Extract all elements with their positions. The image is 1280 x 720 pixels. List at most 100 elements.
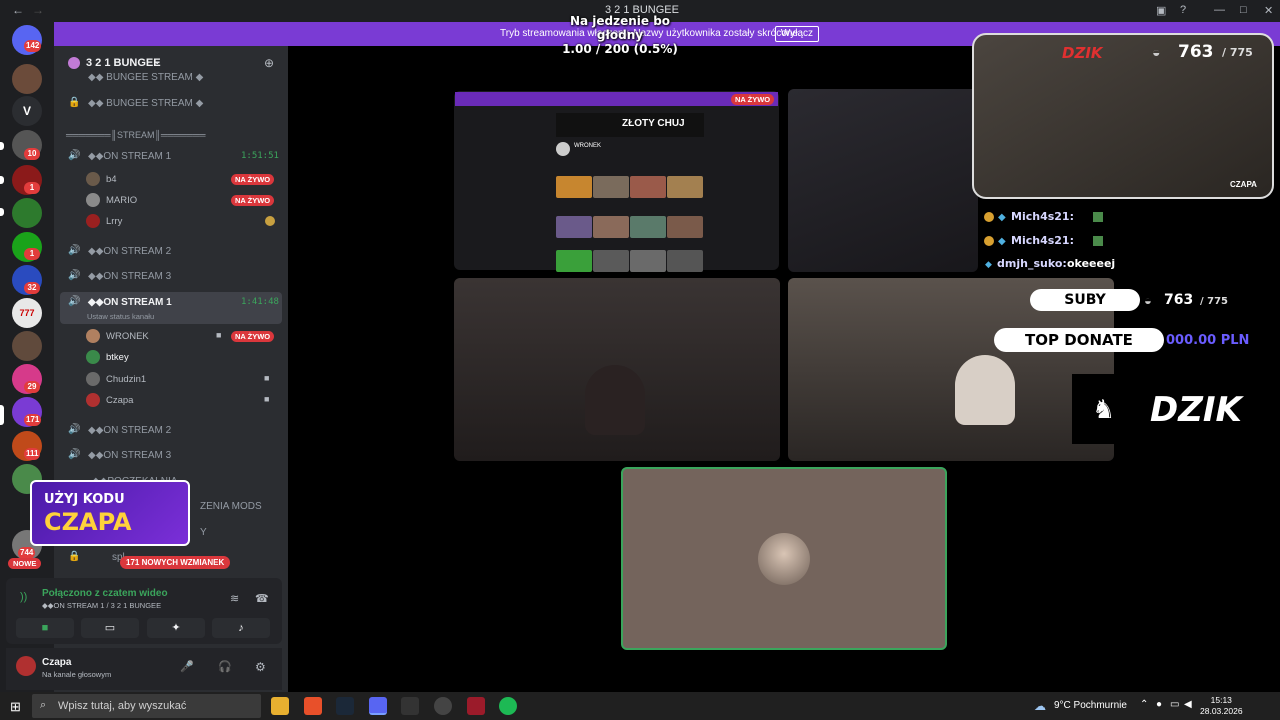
clock-time: 15:13: [1210, 695, 1232, 705]
video-thumbnail: [630, 216, 666, 238]
disconnect-icon[interactable]: ☎: [255, 592, 269, 605]
settings-gear-icon[interactable]: ⚙: [255, 660, 266, 674]
epic-games-icon[interactable]: [401, 697, 419, 715]
maximize-icon[interactable]: □: [1240, 4, 1247, 16]
camera-icon: ■: [216, 330, 222, 340]
server-badge: 29: [24, 381, 40, 393]
channel-bungee-stream[interactable]: ◆◆ BUNGEE STREAM ◆: [88, 98, 203, 109]
headphones-icon[interactable]: 🎧: [218, 660, 232, 673]
server-badge: 1: [24, 182, 40, 194]
app-icon[interactable]: [467, 697, 485, 715]
voice-channel-icon: 🔊: [68, 424, 81, 435]
voice-user[interactable]: WRONEK: [106, 331, 149, 342]
cap-icon: ◒: [1152, 44, 1161, 60]
windows-start-icon[interactable]: ⊞: [10, 699, 21, 715]
camera-icon: ■: [264, 394, 270, 404]
lock-icon: 🔒: [68, 551, 81, 562]
server-badge: 171: [24, 414, 42, 426]
search-placeholder[interactable]: Wpisz tutaj, aby wyszukać: [58, 700, 186, 712]
screen-share-button[interactable]: ▭: [81, 618, 139, 638]
channel-partial[interactable]: ZENIA MODS: [200, 501, 262, 512]
camera-tile[interactable]: [788, 89, 978, 272]
donation-goal-title: Na jedzenie bo głodny: [569, 14, 671, 42]
voice-channel-on-stream-2[interactable]: ◆◆ON STREAM 2: [88, 246, 171, 257]
voice-user[interactable]: Chudzin1: [106, 374, 146, 385]
current-user-status: Na kanale głosowym: [42, 670, 112, 679]
voice-channel-path[interactable]: ◆◆ON STREAM 1 / 3 2 1 BUNGEE: [42, 601, 161, 610]
avatar: [86, 372, 100, 386]
video-thumbnail: [593, 250, 629, 272]
voice-channel-on-stream-2[interactable]: ◆◆ON STREAM 2: [88, 425, 171, 436]
server-icon[interactable]: [12, 331, 42, 361]
voice-channel-icon: 🔊: [68, 449, 81, 460]
noise-suppression-icon[interactable]: ≋: [230, 592, 239, 605]
set-channel-status[interactable]: Ustaw status kanału: [87, 312, 154, 321]
camera-button[interactable]: ■: [16, 618, 74, 638]
spotify-icon[interactable]: [499, 697, 517, 715]
steam-icon[interactable]: [336, 697, 354, 715]
clock-date: 28.03.2026: [1200, 706, 1243, 716]
voice-channel-on-stream-1[interactable]: ◆◆ON STREAM 1: [88, 151, 171, 162]
voice-user[interactable]: btkey: [106, 352, 129, 363]
voice-user[interactable]: Lrry: [106, 216, 122, 227]
avatar: [86, 172, 100, 186]
voice-user[interactable]: MARIO: [106, 195, 137, 206]
help-icon[interactable]: ?: [1180, 4, 1186, 16]
avatar: [86, 193, 100, 207]
avatar[interactable]: [16, 656, 36, 676]
inbox-icon[interactable]: ▣: [1156, 4, 1166, 17]
server-badge: 10: [24, 148, 40, 160]
channel-bungee-stream-partial[interactable]: ◆◆ BUNGEE STREAM ◆: [88, 72, 203, 83]
voice-status[interactable]: Połączono z czatem wideo: [42, 588, 168, 599]
weather-text[interactable]: 9°C Pochmurnie: [1054, 700, 1127, 711]
dzik-logo: DZIK: [1150, 390, 1242, 430]
subs-total: / 775: [1222, 46, 1253, 59]
new-mentions-badge[interactable]: 171 NOWYCH WZMIANEK: [120, 556, 231, 569]
close-icon[interactable]: ✕: [1264, 4, 1273, 17]
voice-user[interactable]: Czapa: [106, 395, 133, 406]
obs-icon[interactable]: [434, 697, 452, 715]
voice-channel-on-stream-3[interactable]: ◆◆ON STREAM 3: [88, 450, 171, 461]
voice-user[interactable]: b4: [106, 174, 117, 185]
category-stream[interactable]: ═══════║STREAM║═══════: [66, 130, 206, 140]
microphone-icon[interactable]: 🎤: [180, 660, 194, 673]
activity-icon: [265, 216, 275, 226]
back-arrow-icon[interactable]: ←: [12, 3, 24, 17]
guild-name[interactable]: 3 2 1 BUNGEE: [86, 57, 161, 69]
live-badge: NA ŻYWO: [231, 195, 275, 206]
soundboard-button[interactable]: ♪: [212, 618, 270, 638]
avatar: [556, 142, 570, 156]
server-icon-v[interactable]: V: [12, 96, 42, 126]
invite-people-icon[interactable]: ⊕: [264, 56, 274, 70]
brave-icon[interactable]: [304, 697, 322, 715]
server-badge: 142: [24, 40, 42, 52]
new-servers-badge[interactable]: NOWE: [8, 558, 42, 569]
chevron-up-icon[interactable]: ⌃: [1140, 699, 1148, 710]
voice-channel-icon: 🔊: [68, 270, 81, 281]
disable-streamer-mode-button[interactable]: Wyłącz: [775, 26, 819, 42]
volume-icon[interactable]: ◀: [1184, 699, 1192, 710]
file-explorer-icon[interactable]: [271, 697, 289, 715]
server-badge: 32: [24, 282, 40, 294]
microphone-icon[interactable]: ●: [1156, 699, 1162, 710]
server-icon-777[interactable]: 777: [12, 298, 42, 328]
voice-channel-on-stream-1-active[interactable]: ◆◆ON STREAM 1: [88, 297, 172, 308]
chevron-down-icon[interactable]: ⌄: [153, 56, 161, 67]
current-user-name[interactable]: Czapa: [42, 657, 71, 668]
voice-channel-on-stream-3[interactable]: ◆◆ON STREAM 3: [88, 271, 171, 282]
channel-partial[interactable]: Y: [200, 527, 207, 538]
forward-arrow-icon[interactable]: →: [32, 3, 44, 17]
discord-icon[interactable]: [369, 697, 387, 715]
user-panel: [6, 648, 282, 690]
server-icon[interactable]: [12, 198, 42, 228]
activities-button[interactable]: ✦: [147, 618, 205, 638]
network-icon[interactable]: ▭: [1170, 699, 1179, 710]
server-icon[interactable]: [12, 64, 42, 94]
clock[interactable]: 15:13 28.03.2026: [1200, 695, 1243, 717]
minimize-icon[interactable]: —: [1214, 4, 1225, 16]
cloud-icon: ☁: [1034, 699, 1046, 713]
avatar: [86, 214, 100, 228]
connection-signal-icon[interactable]: )): [20, 591, 27, 603]
subs-count: 763: [1164, 292, 1194, 308]
server-selected-pill: [0, 405, 4, 425]
